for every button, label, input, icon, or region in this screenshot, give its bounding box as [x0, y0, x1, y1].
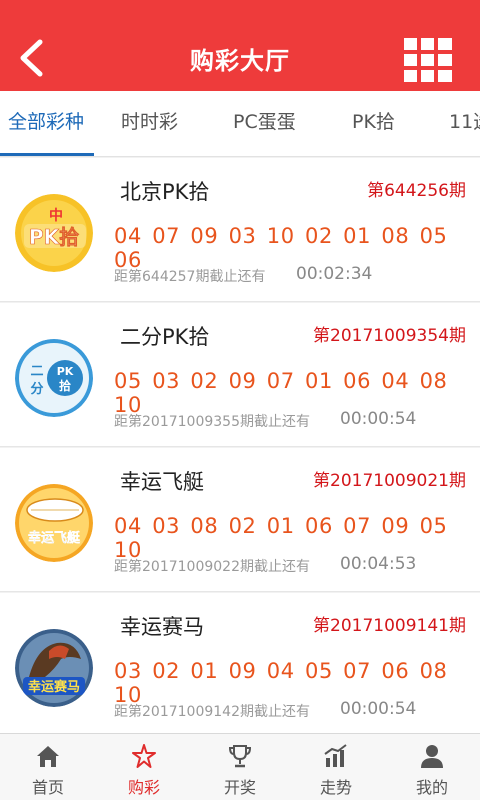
page-title: 购彩大厅: [190, 46, 290, 75]
nav-lottery[interactable]: 购彩: [96, 734, 192, 800]
countdown-label: 距第20171009022期截止还有: [114, 559, 310, 575]
issue-number: 第644256期: [367, 181, 466, 201]
lottery-name: 二分PK拾: [120, 325, 210, 349]
tab-shishicai[interactable]: 时时彩: [121, 91, 178, 156]
lucky-horse-race-logo: 幸运赛马: [15, 629, 93, 707]
nav-home[interactable]: 首页: [0, 734, 96, 800]
countdown-timer: 00:02:34: [296, 264, 373, 284]
beijing-pk10-logo: 中 PK拾: [15, 194, 93, 272]
bottom-navigation: 首页 购彩 开奖 走势 我的: [0, 733, 480, 800]
lottery-star-icon: [132, 744, 156, 768]
lottery-name: 北京PK拾: [120, 180, 210, 204]
lottery-name: 幸运赛马: [120, 615, 204, 639]
countdown-timer: 00:00:54: [340, 699, 417, 719]
draw-numbers: 05 03 02 09 07 01 06 04 08 10: [114, 369, 448, 417]
erfen-pk10-logo: 二 分 PK 拾: [15, 339, 93, 417]
lottery-card-beijing-pk10[interactable]: 中 PK拾 北京PK拾 第644256期 04 07 09 03 10 02 0…: [0, 158, 480, 302]
issue-number: 第20171009141期: [313, 616, 466, 636]
logo-text: 幸运赛马: [28, 679, 80, 695]
countdown-timer: 00:00:54: [340, 409, 417, 429]
nav-draw-results[interactable]: 开奖: [192, 734, 288, 800]
issue-number: 第20171009021期: [313, 471, 466, 491]
trend-chart-icon: [324, 744, 347, 767]
draw-numbers: 03 02 01 09 04 05 07 06 08 10: [114, 659, 448, 707]
tab-all-lottery[interactable]: 全部彩种: [8, 91, 84, 156]
nav-label: 购彩: [127, 778, 160, 797]
nav-trend[interactable]: 走势: [288, 734, 384, 800]
back-arrow-icon[interactable]: [14, 39, 50, 77]
active-tab-indicator: [0, 153, 94, 156]
draw-numbers: 04 03 08 02 01 06 07 09 05 10: [114, 514, 448, 562]
home-icon: [37, 746, 59, 767]
lucky-airship-logo: 幸运飞艇: [15, 484, 93, 562]
grid-menu-icon[interactable]: [404, 38, 452, 82]
tab-11-choose[interactable]: 11选: [449, 91, 480, 156]
logo-main-text: PK拾: [29, 225, 79, 249]
lottery-card-erfen-pk10[interactable]: 二 分 PK 拾 二分PK拾 第20171009354期 05 03 02 09…: [0, 303, 480, 447]
logo-text-er: 二: [30, 364, 43, 379]
countdown-label: 距第20171009355期截止还有: [114, 414, 310, 430]
category-tabs: 全部彩种 时时彩 PC蛋蛋 PK拾 11选: [0, 91, 480, 157]
logo-text: 幸运飞艇: [28, 530, 81, 546]
logo-text-shi: 拾: [59, 378, 71, 393]
countdown-label: 距第20171009142期截止还有: [114, 704, 310, 720]
lottery-name: 幸运飞艇: [120, 470, 204, 494]
countdown-label: 距第644257期截止还有: [114, 269, 266, 285]
user-icon: [421, 745, 443, 768]
countdown-timer: 00:04:53: [340, 554, 417, 574]
logo-text-pk: PK: [57, 365, 74, 378]
logo-badge-text: 中: [49, 207, 63, 224]
app-header: 购彩大厅: [0, 25, 480, 91]
nav-label: 走势: [319, 778, 352, 797]
tab-pk10[interactable]: PK拾: [352, 91, 395, 156]
status-bar: [0, 0, 480, 25]
lottery-card-lucky-horse-race[interactable]: 幸运赛马 幸运赛马 第20171009141期 03 02 01 09 04 0…: [0, 593, 480, 737]
nav-label: 首页: [31, 778, 64, 797]
nav-mine[interactable]: 我的: [384, 734, 480, 800]
issue-number: 第20171009354期: [313, 326, 466, 346]
nav-label: 开奖: [223, 778, 256, 797]
logo-text-fen: 分: [30, 381, 43, 397]
trophy-icon: [228, 745, 252, 768]
tab-pc-dandan[interactable]: PC蛋蛋: [233, 91, 296, 156]
nav-label: 我的: [415, 778, 448, 797]
lottery-card-lucky-airship[interactable]: 幸运飞艇 幸运飞艇 第20171009021期 04 03 08 02 01 0…: [0, 448, 480, 592]
